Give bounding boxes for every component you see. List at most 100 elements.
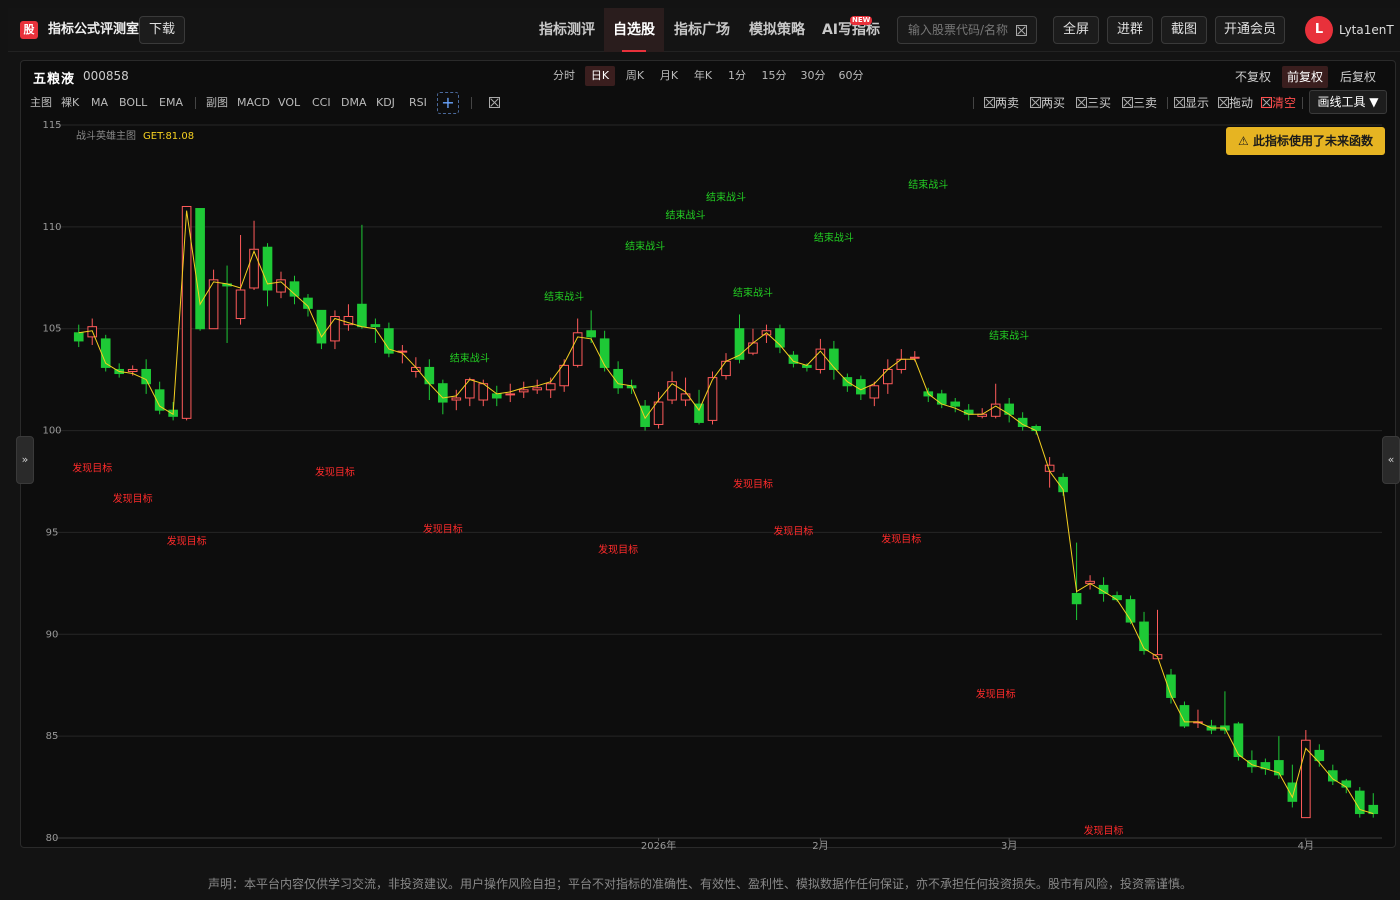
sell-signal-label: 结束战斗: [544, 290, 584, 303]
candle-body: [896, 358, 907, 370]
chart-grid: [54, 124, 1382, 839]
candle-body: [235, 289, 246, 320]
candle: [141, 359, 151, 394]
sell-signal-label: 结束战斗: [814, 231, 854, 244]
y-tick-label: 90: [46, 629, 59, 640]
candle-body: [559, 364, 570, 387]
candle-body: [127, 368, 138, 372]
future-function-warning[interactable]: ⚠ 此指标使用了未来函数: [1226, 127, 1385, 155]
candle-body: [950, 401, 961, 407]
candle-body: [856, 379, 866, 395]
candle: [613, 361, 623, 394]
indicator-name: 战斗英雄主图: [76, 129, 136, 142]
candle: [1354, 787, 1365, 818]
candle-body: [613, 368, 623, 389]
sell-signal-label: 结束战斗: [706, 190, 746, 203]
candle-body: [249, 248, 259, 289]
candle-body: [491, 393, 502, 399]
candle: [748, 328, 758, 356]
buy-signal-label: 发现目标: [315, 465, 355, 478]
candle-body: [73, 332, 84, 342]
candle: [1085, 575, 1095, 590]
candle: [532, 379, 543, 394]
candle: [653, 391, 664, 429]
x-tick-label: 4月: [1298, 840, 1314, 852]
candle: [1301, 730, 1311, 819]
candle: [842, 373, 853, 392]
candle: [357, 224, 367, 329]
x-tick-label: 3月: [1001, 840, 1017, 852]
candle: [1368, 793, 1379, 818]
candle: [73, 324, 84, 348]
candle: [195, 208, 205, 331]
candle: [491, 385, 502, 407]
candle-body: [424, 366, 435, 385]
candle-body: [882, 368, 893, 385]
candle-body: [1071, 593, 1082, 605]
candle: [397, 345, 408, 364]
y-tick-label: 105: [42, 324, 61, 335]
signal-labels: 结束战斗结束战斗结束战斗结束战斗结束战斗结束战斗结束战斗结束战斗结束战斗发现目标…: [72, 178, 1123, 837]
candle: [829, 340, 839, 380]
buy-signal-label: 发现目标: [113, 492, 153, 505]
candle: [977, 408, 988, 419]
candle: [464, 377, 475, 407]
buy-signal-label: 发现目标: [976, 687, 1016, 700]
candle-body: [586, 330, 596, 338]
candle: [694, 389, 704, 425]
candle-body: [1139, 621, 1149, 652]
y-tick-label: 115: [42, 120, 61, 131]
candle-body: [181, 205, 192, 419]
candle-body: [330, 315, 340, 342]
candle-body: [936, 393, 947, 405]
candle: [815, 338, 826, 374]
candle-body: [640, 405, 650, 427]
sell-signal-label: 结束战斗: [450, 351, 490, 364]
sell-signal-label: 结束战斗: [989, 329, 1029, 342]
buy-signal-label: 发现目标: [167, 535, 207, 548]
candle-body: [829, 348, 839, 370]
sell-signal-label: 结束战斗: [625, 239, 665, 252]
candle: [384, 322, 394, 358]
buy-signal-label: 发现目标: [72, 461, 112, 474]
candle-body: [1233, 723, 1244, 758]
candle: [761, 324, 772, 343]
candle: [518, 381, 529, 398]
right-panel-toggle[interactable]: «: [1382, 436, 1400, 484]
y-tick-label: 95: [46, 527, 59, 538]
candle-body: [869, 385, 880, 399]
candle-body: [518, 389, 529, 393]
candle-body: [599, 338, 610, 368]
candle-body: [505, 393, 516, 396]
candle-body: [316, 309, 327, 344]
candle: [262, 243, 273, 307]
indicator-value: GET:81.08: [143, 131, 194, 142]
candle-body: [1031, 425, 1041, 432]
candle-body: [721, 360, 731, 377]
candle-body: [680, 393, 691, 401]
buy-signal-label: 发现目标: [423, 522, 463, 535]
candle: [1071, 542, 1082, 621]
candle-body: [963, 409, 974, 415]
candle-body: [815, 348, 826, 370]
candle: [923, 387, 934, 403]
candle: [1193, 709, 1203, 728]
candlestick-chart[interactable]: 80859095100105110115 2026年 2月 3月 4月 结束战斗结束战…: [0, 0, 1400, 900]
candle: [505, 383, 516, 403]
left-panel-toggle[interactable]: »: [16, 436, 34, 484]
buy-signal-label: 发现目标: [881, 533, 921, 546]
buy-signal-label: 发现目标: [733, 478, 773, 491]
candle-body: [195, 208, 205, 330]
candle: [208, 269, 219, 330]
y-tick-label: 85: [46, 731, 59, 742]
candle: [1341, 778, 1352, 794]
sell-signal-label: 结束战斗: [666, 209, 706, 222]
candle: [343, 304, 354, 331]
candle: [1247, 750, 1257, 773]
candle: [438, 379, 448, 415]
candle: [545, 377, 556, 398]
candle-body: [1341, 780, 1352, 788]
candle: [222, 265, 232, 343]
candle-body: [438, 383, 448, 403]
candle: [1260, 758, 1271, 775]
